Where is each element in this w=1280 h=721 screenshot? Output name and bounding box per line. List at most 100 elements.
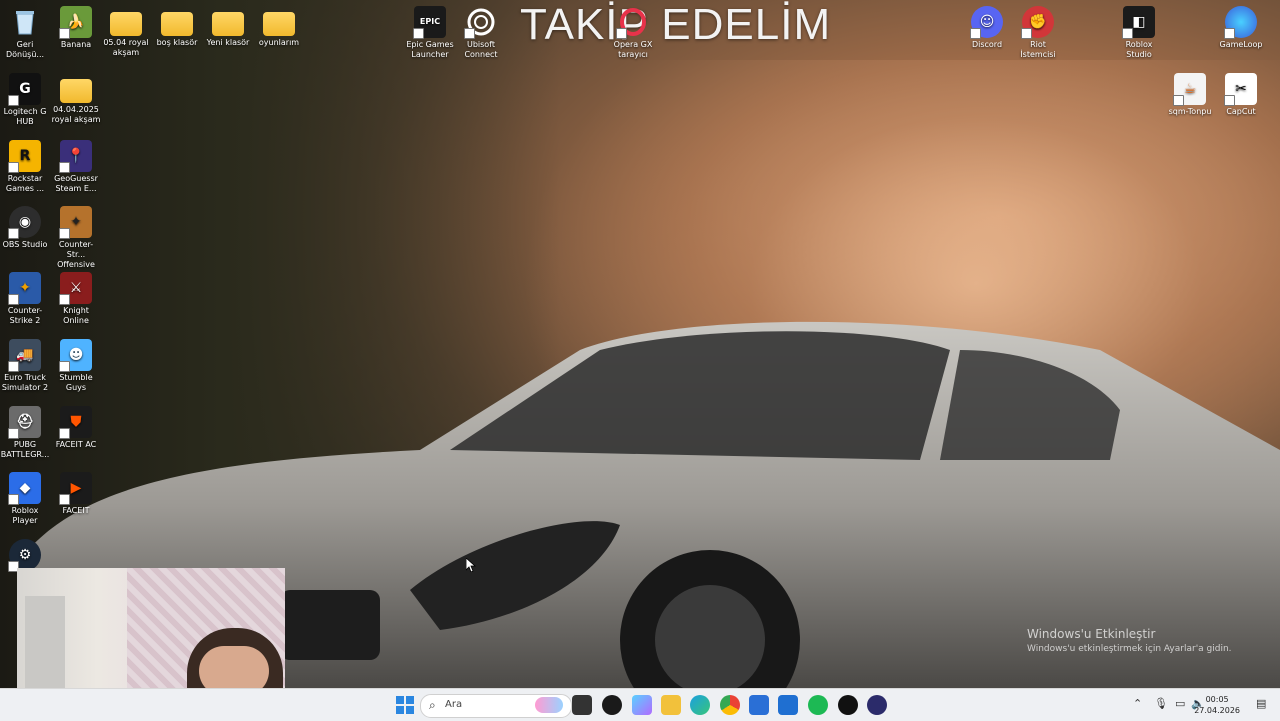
webcam-person-face [199, 646, 269, 690]
opera-gx-shortcut[interactable]: Opera GX tarayıcı [608, 6, 658, 60]
outlook-icon[interactable] [778, 695, 798, 715]
riot-shortcut[interactable]: ✊ Riot İstemcisi [1013, 6, 1063, 60]
clock-date: 27.04.2026 [1194, 706, 1240, 715]
capcut-shortcut[interactable]: ✂ CapCut [1216, 73, 1266, 117]
logitech-taskbar-icon[interactable] [602, 695, 622, 715]
logitech-icon: G [8, 73, 41, 106]
banana-shortcut[interactable]: 🍌 Banana [51, 6, 101, 50]
cs2-icon: ✦ [8, 272, 41, 305]
chevron-up-icon[interactable]: ⌃ [1133, 697, 1142, 710]
opera-gx-label: Opera GX tarayıcı [613, 40, 653, 59]
epic-games-shortcut[interactable]: EPIC Epic Games Launcher [405, 6, 455, 60]
knight-online-shortcut[interactable]: ⚔ Knight Online [51, 272, 101, 326]
obs-label: OBS Studio [2, 240, 48, 249]
riot-taskbar-icon[interactable] [838, 695, 858, 715]
folder-label: Yeni klasör [206, 38, 250, 47]
taskbar-search[interactable]: ⌕ Ara [420, 694, 572, 718]
windows-activation-watermark: Windows'u Etkinleştir Windows'u etkinleş… [1027, 627, 1232, 654]
recycle-bin-icon [9, 6, 41, 38]
folder-bos-klasor[interactable]: boş klasör [152, 6, 202, 48]
capcut-label: CapCut [1226, 107, 1256, 116]
obs-shortcut[interactable]: ◉ OBS Studio [0, 206, 50, 250]
faceit-shortcut[interactable]: ▶ FACEIT [51, 472, 101, 516]
steam-icon: ⚙ [8, 539, 41, 572]
java-label: sqm-Tonpu [1168, 107, 1212, 116]
pubg-label: PUBG BATTLEGR... [0, 440, 50, 459]
mouse-cursor-icon [466, 558, 476, 572]
knight-online-label: Knight Online [63, 306, 89, 325]
start-button[interactable] [396, 696, 414, 714]
folder-04-04-2025-royal-aksam[interactable]: 04.04.2025 royal akşam [51, 73, 101, 125]
search-highlight-icon [535, 697, 563, 713]
roblox-player-shortcut[interactable]: ◆ Roblox Player [0, 472, 50, 526]
folder-label: 04.04.2025 royal akşam [51, 105, 101, 124]
folder-label: 05.04 royal akşam [103, 38, 149, 57]
faceit-icon: ▶ [59, 472, 92, 505]
stumble-guys-shortcut[interactable]: ☻ Stumble Guys [51, 339, 101, 393]
logitech-label: Logitech G HUB [3, 107, 47, 126]
network-icon[interactable]: ▭ [1175, 697, 1185, 710]
folder-icon [161, 12, 193, 36]
rockstar-label: Rockstar Games ... [5, 174, 45, 193]
rockstar-icon: R [8, 140, 41, 173]
task-view-icon[interactable] [572, 695, 592, 715]
csgo-icon: ✦ [59, 206, 92, 239]
stumble-guys-label: Stumble Guys [59, 373, 93, 392]
edge-icon[interactable] [690, 695, 710, 715]
rockstar-shortcut[interactable]: R Rockstar Games ... [0, 140, 50, 194]
gameloop-shortcut[interactable]: GameLoop [1216, 6, 1266, 50]
banana-label: Banana [60, 40, 92, 49]
csgo-shortcut[interactable]: ✦ Counter-Str... Offensive [51, 206, 101, 270]
obs-icon: ◉ [8, 206, 41, 239]
recycle-bin-label: Geri Dönüşü... [5, 40, 45, 59]
pubg-icon: ⛑ [8, 406, 41, 439]
recycle-bin-shortcut[interactable]: Geri Dönüşü... [0, 6, 50, 60]
discord-icon: ☺ [970, 6, 1003, 39]
file-explorer-icon[interactable] [661, 695, 681, 715]
ubisoft-icon [464, 6, 497, 39]
faceit-ac-label: FACEIT AC [55, 440, 97, 449]
ets2-icon: 🚚 [8, 339, 41, 372]
roblox-player-icon: ◆ [8, 472, 41, 505]
java-icon: ☕ [1173, 73, 1206, 106]
folder-icon [110, 12, 142, 36]
pubg-shortcut[interactable]: ⛑ PUBG BATTLEGR... [0, 406, 50, 460]
riot-icon: ✊ [1021, 6, 1054, 39]
overlay-title: TAKİP EDELİM [520, 0, 832, 49]
ubisoft-shortcut[interactable]: Ubisoft Connect [456, 6, 506, 60]
clock-time: 00:05 [1205, 695, 1229, 704]
ets2-shortcut[interactable]: 🚚 Euro Truck Simulator 2 [0, 339, 50, 393]
folder-05-04-royal-aksam[interactable]: 05.04 royal akşam [101, 6, 151, 58]
search-placeholder: Ara [445, 699, 463, 710]
taskbar-clock[interactable]: 00:05 27.04.2026 [1194, 694, 1240, 716]
epic-games-label: Epic Games Launcher [406, 40, 454, 59]
cs2-shortcut[interactable]: ✦ Counter-Strike 2 [0, 272, 50, 326]
discord-shortcut[interactable]: ☺ Discord [962, 6, 1012, 50]
geoguessr-label: GeoGuessr Steam E... [54, 174, 98, 193]
chrome-icon[interactable] [720, 695, 740, 715]
geoguessr-icon: 📍 [59, 140, 92, 173]
roblox-studio-shortcut[interactable]: ◧ Roblox Studio [1114, 6, 1164, 60]
folder-yeni-klasor[interactable]: Yeni klasör [203, 6, 253, 48]
folder-label: boş klasör [156, 38, 198, 47]
epic-games-icon: EPIC [413, 6, 446, 39]
spotify-icon[interactable] [808, 695, 828, 715]
java-shortcut[interactable]: ☕ sqm-Tonpu [1165, 73, 1215, 117]
roblox-studio-icon: ◧ [1122, 6, 1155, 39]
obs-taskbar-icon[interactable] [867, 695, 887, 715]
logitech-shortcut[interactable]: G Logitech G HUB [0, 73, 50, 127]
folder-icon [60, 79, 92, 103]
copilot-icon[interactable] [632, 695, 652, 715]
faceit-ac-shortcut[interactable]: ⛊ FACEIT AC [51, 406, 101, 450]
folder-label: oyunlarım [258, 38, 300, 47]
microsoft-store-icon[interactable] [749, 695, 769, 715]
folder-icon [263, 12, 295, 36]
microphone-icon[interactable]: 🎙 [1154, 697, 1168, 710]
activation-subtitle: Windows'u etkinleştirmek için Ayarlar'a … [1027, 644, 1232, 654]
taskbar: ⌕ Ara ⌃ 🎙 ▭ 🔈 00:05 27.04.2026 ▤ [0, 688, 1280, 721]
folder-oyunlarim[interactable]: oyunlarım [254, 6, 304, 48]
discord-label: Discord [971, 40, 1003, 49]
notification-icon[interactable]: ▤ [1256, 697, 1266, 710]
geoguessr-shortcut[interactable]: 📍 GeoGuessr Steam E... [51, 140, 101, 194]
activation-title: Windows'u Etkinleştir [1027, 627, 1156, 641]
